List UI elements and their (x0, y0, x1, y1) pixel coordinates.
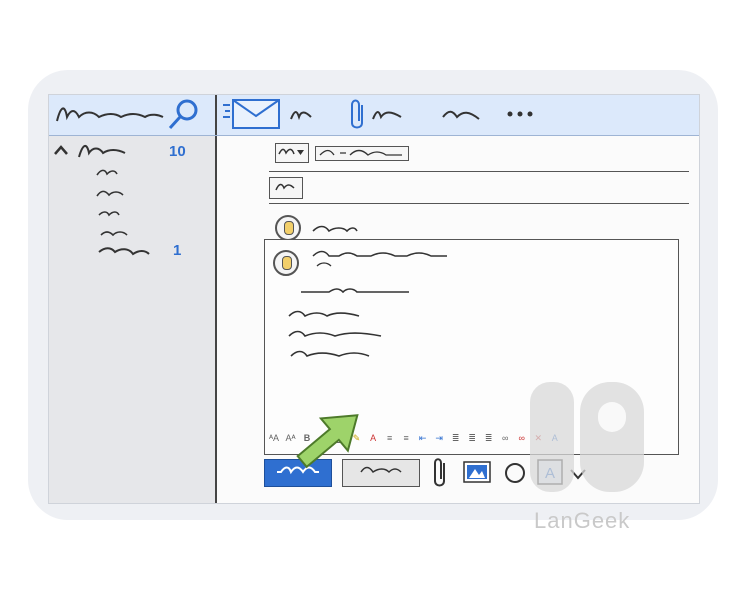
align-center-icon[interactable]: ≣ (465, 433, 479, 444)
toolbar-divider (215, 95, 217, 135)
align-left-icon[interactable]: ≣ (449, 433, 463, 444)
header-divider (269, 203, 689, 204)
chevron-up-icon[interactable] (53, 144, 69, 156)
increase-indent-icon[interactable]: ⇥ (432, 433, 446, 444)
folder-group-squiggle[interactable] (77, 141, 127, 161)
bullet-list-icon[interactable]: ≡ (383, 433, 397, 443)
from-dropdown[interactable] (275, 143, 309, 163)
folder-item-squiggle[interactable] (95, 189, 125, 199)
top-toolbar (49, 95, 699, 136)
numbered-list-icon[interactable]: ≡ (399, 433, 413, 443)
image-icon[interactable] (463, 461, 491, 483)
more-icon[interactable] (505, 109, 535, 119)
sender-name-squiggle (312, 225, 358, 233)
unlink-icon[interactable]: ∞ (515, 433, 529, 443)
address-squiggle (319, 149, 402, 156)
folder-pane: 10 1 (49, 136, 217, 503)
folder-item-squiggle[interactable] (99, 229, 129, 239)
folder-item-squiggle[interactable] (97, 209, 121, 219)
pointer-arrow-icon (296, 414, 359, 469)
reply-header-squiggle (312, 250, 447, 267)
account-name-squiggle (56, 107, 164, 122)
body-text-squiggle (301, 288, 409, 294)
search-icon[interactable] (167, 97, 201, 131)
new-message-label-squiggle (290, 111, 312, 121)
folder-item-squiggle[interactable] (95, 168, 119, 178)
toolbar-item-squiggle[interactable] (441, 107, 481, 123)
body-text-squiggle (288, 310, 360, 318)
unread-count: 10 (169, 143, 186, 160)
emoji-icon[interactable] (503, 461, 527, 485)
avatar (273, 250, 299, 276)
align-right-icon[interactable]: ≣ (482, 433, 496, 444)
body-text-squiggle (288, 330, 382, 337)
watermark-text: LanGeek (534, 508, 631, 533)
unread-count: 1 (173, 242, 182, 259)
attach-label-squiggle (372, 111, 402, 120)
to-field-button[interactable] (269, 177, 303, 199)
avatar (275, 215, 301, 241)
paperclip-icon[interactable] (431, 457, 449, 489)
to-label-squiggle (275, 183, 295, 191)
folder-item-squiggle[interactable] (97, 246, 151, 258)
decrease-indent-icon[interactable]: ⇤ (416, 433, 430, 444)
langeek-logo (530, 382, 644, 492)
dropdown-squiggle (278, 148, 304, 155)
header-divider (269, 171, 689, 172)
paperclip-icon[interactable] (347, 97, 369, 131)
body-text-squiggle (290, 350, 370, 357)
link-icon[interactable]: ∞ (498, 433, 512, 443)
from-address-field[interactable] (315, 146, 409, 161)
font-size-decrease-icon[interactable]: ᴬA (267, 433, 281, 443)
envelope-icon[interactable] (221, 97, 283, 131)
